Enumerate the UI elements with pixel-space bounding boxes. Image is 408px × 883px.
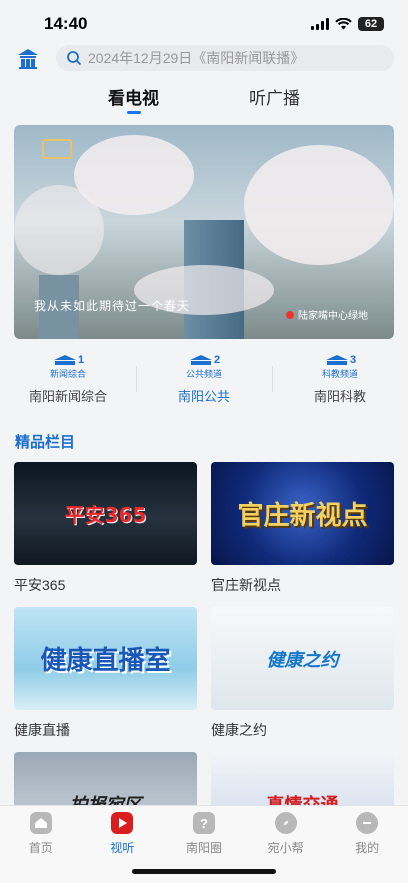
search-input[interactable]: 2024年12月29日《南阳新闻联播》 xyxy=(56,45,394,71)
program-thumbnail: 健康直播室 xyxy=(14,607,197,710)
channel-item-1[interactable]: 1 新闻综合 南阳新闻综合 xyxy=(0,354,136,414)
program-card[interactable]: 健康之约 健康之约 xyxy=(211,607,394,752)
search-placeholder: 2024年12月29日《南阳新闻联播》 xyxy=(88,50,305,66)
program-title: 平安365 xyxy=(14,577,66,593)
channel-logo-icon: 2 xyxy=(188,354,220,366)
section-title: 精品栏目 xyxy=(15,434,76,451)
status-bar: 14:40 62 xyxy=(0,0,408,48)
blossom-shape xyxy=(244,145,394,265)
play-icon xyxy=(111,812,134,834)
program-thumbnail: 官庄新视点 xyxy=(211,462,394,565)
nav-item-home[interactable]: 首页 xyxy=(0,812,82,883)
program-card[interactable]: 官庄新视点 官庄新视点 xyxy=(211,462,394,607)
blossom-shape xyxy=(14,185,104,275)
program-thumbnail: 健康之约 xyxy=(211,607,394,710)
channel-name: 南阳新闻综合 xyxy=(28,389,107,404)
status-time: 14:40 xyxy=(44,14,88,33)
banner-location-text: 陆家嘴中心绿地 xyxy=(298,311,368,322)
program-title: 健康直播 xyxy=(14,722,70,738)
program-thumbnail: 平安365 xyxy=(14,462,197,565)
channel-list: 1 新闻综合 南阳新闻综合 2 公共频道 南阳公共 3 科教频道 南阳科教 xyxy=(0,354,408,414)
home-icon xyxy=(29,812,52,834)
top-bar: 2024年12月29日《南阳新闻联播》 xyxy=(0,42,408,74)
channel-item-3[interactable]: 3 科教频道 南阳科教 xyxy=(272,354,408,414)
media-tabs: 看电视 听广播 xyxy=(0,80,408,116)
tab-listen-radio[interactable]: 听广播 xyxy=(249,80,300,116)
app-logo-icon[interactable] xyxy=(14,44,42,72)
program-card[interactable]: 健康直播室 健康直播 xyxy=(14,607,197,752)
channel-name: 南阳科教 xyxy=(313,389,366,404)
channel-name: 南阳公共 xyxy=(177,389,230,404)
home-indicator[interactable] xyxy=(132,869,276,874)
banner-location: 陆家嘴中心绿地 xyxy=(286,307,368,322)
signal-icon xyxy=(311,18,329,30)
status-icons: 62 xyxy=(311,17,384,31)
banner-caption: 我从未如此期待过一个春天 xyxy=(34,299,191,313)
program-card[interactable]: 平安365 平安365 xyxy=(14,462,197,607)
wifi-icon xyxy=(335,18,352,30)
question-icon: ? xyxy=(192,812,215,834)
featured-banner[interactable]: 我从未如此期待过一个春天 陆家嘴中心绿地 xyxy=(14,125,394,339)
compass-icon xyxy=(274,812,297,834)
battery-icon: 62 xyxy=(358,17,384,31)
program-title: 官庄新视点 xyxy=(211,577,281,593)
channel-logo-icon: 1 xyxy=(52,354,84,366)
channel-item-2[interactable]: 2 公共频道 南阳公共 xyxy=(136,354,272,414)
nav-item-profile[interactable]: 我的 xyxy=(326,812,408,883)
profile-icon xyxy=(356,812,379,834)
channel-logo-icon: 3 xyxy=(324,354,356,366)
tab-watch-tv[interactable]: 看电视 xyxy=(108,80,159,116)
channel-watermark-icon xyxy=(42,139,72,159)
location-pin-icon xyxy=(286,310,294,319)
search-icon xyxy=(67,51,82,66)
program-title: 健康之约 xyxy=(211,722,267,738)
